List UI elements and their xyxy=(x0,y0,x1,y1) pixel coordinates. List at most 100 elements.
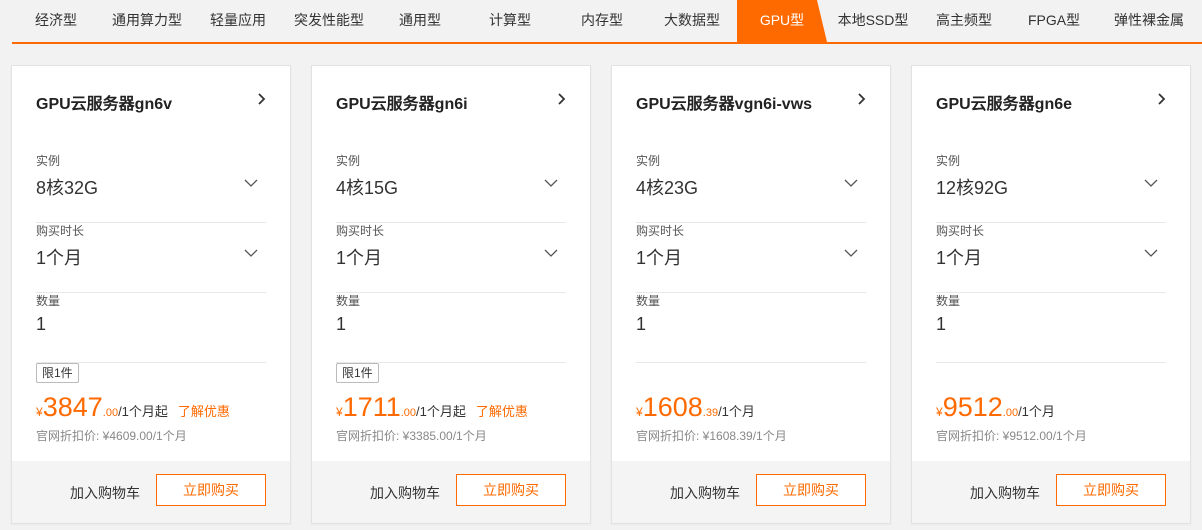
promo-link[interactable]: 了解优惠 xyxy=(476,404,528,419)
tab-lightweight[interactable]: 轻量应用 xyxy=(200,0,276,42)
chevron-right-icon[interactable] xyxy=(1154,92,1168,106)
tab-fpga[interactable]: FPGA型 xyxy=(1020,0,1088,42)
card-title[interactable]: GPU云服务器vgn6i-vws xyxy=(636,90,812,114)
chevron-down-icon[interactable] xyxy=(244,248,258,258)
tab-burstable[interactable]: 突发性能型 xyxy=(286,0,372,42)
duration-select[interactable]: 购买时长 1个月 xyxy=(936,222,1166,293)
chevron-right-icon[interactable] xyxy=(854,92,868,106)
duration-value: 1个月 xyxy=(636,248,683,268)
duration-label: 购买时长 xyxy=(636,224,685,238)
price: ¥9512.00/1个月 xyxy=(936,392,1055,422)
duration-value: 1个月 xyxy=(336,248,383,268)
duration-label: 购买时长 xyxy=(336,224,385,238)
chevron-down-icon[interactable] xyxy=(544,248,558,258)
buy-now-button[interactable]: 立即购买 xyxy=(756,474,866,506)
product-card: GPU云服务器gn6v 实例 8核32G 购买时长 1个月 数量 1 限1件 ¥… xyxy=(11,65,291,524)
limit-badge: 限1件 xyxy=(36,363,79,383)
price: ¥1608.39/1个月 xyxy=(636,392,755,422)
quantity-field[interactable]: 数量 1 xyxy=(936,292,1166,363)
instance-label: 实例 xyxy=(36,154,61,168)
tab-bare-metal[interactable]: 弹性裸金属 xyxy=(1104,0,1194,42)
add-to-cart-link[interactable]: 加入购物车 xyxy=(970,483,1040,503)
product-card: GPU云服务器gn6e 实例 12核92G 购买时长 1个月 数量 1 ¥951… xyxy=(911,65,1191,524)
buy-now-button[interactable]: 立即购买 xyxy=(1056,474,1166,506)
duration-select[interactable]: 购买时长 1个月 xyxy=(336,222,566,293)
duration-select[interactable]: 购买时长 1个月 xyxy=(36,222,266,293)
price-decimal: .00 xyxy=(400,407,417,419)
chevron-down-icon[interactable] xyxy=(1144,248,1158,258)
chevron-right-icon[interactable] xyxy=(554,92,568,106)
quantity-value[interactable]: 1 xyxy=(36,314,46,335)
instance-select[interactable]: 实例 4核23G xyxy=(636,152,866,223)
price-unit: /1个月 xyxy=(718,404,755,419)
instance-label: 实例 xyxy=(936,154,961,168)
add-to-cart-link[interactable]: 加入购物车 xyxy=(670,483,740,503)
quantity-value[interactable]: 1 xyxy=(336,314,346,335)
original-price: 官网折扣价: ¥4609.00/1个月 xyxy=(36,429,187,443)
tab-general-compute[interactable]: 通用算力型 xyxy=(104,0,190,42)
chevron-down-icon[interactable] xyxy=(244,178,258,188)
tab-economy[interactable]: 经济型 xyxy=(24,0,88,42)
instance-value: 12核92G xyxy=(936,178,1009,198)
chevron-right-icon[interactable] xyxy=(254,92,268,106)
quantity-label: 数量 xyxy=(636,294,661,308)
price-integer: 1711 xyxy=(342,392,401,422)
product-card: GPU云服务器gn6i 实例 4核15G 购买时长 1个月 数量 1 限1件 ¥… xyxy=(311,65,591,524)
quantity-value[interactable]: 1 xyxy=(936,314,946,335)
price-decimal: .00 xyxy=(1002,407,1019,419)
currency-symbol: ¥ xyxy=(636,405,643,419)
tab-memory[interactable]: 内存型 xyxy=(570,0,634,42)
quantity-field[interactable]: 数量 1 xyxy=(636,292,866,363)
currency-symbol: ¥ xyxy=(336,405,343,419)
tab-general[interactable]: 通用型 xyxy=(388,0,452,42)
card-title[interactable]: GPU云服务器gn6i xyxy=(336,90,468,114)
original-price: 官网折扣价: ¥9512.00/1个月 xyxy=(936,429,1087,443)
currency-symbol: ¥ xyxy=(936,405,943,419)
buy-now-button[interactable]: 立即购买 xyxy=(456,474,566,506)
quantity-value[interactable]: 1 xyxy=(636,314,646,335)
tabs-underline xyxy=(12,42,1202,44)
card-title[interactable]: GPU云服务器gn6e xyxy=(936,90,1072,114)
duration-label: 购买时长 xyxy=(936,224,985,238)
instance-label: 实例 xyxy=(636,154,661,168)
price-decimal: .39 xyxy=(702,407,719,419)
card-title[interactable]: GPU云服务器gn6v xyxy=(36,90,172,114)
chevron-down-icon[interactable] xyxy=(1144,178,1158,188)
chevron-down-icon[interactable] xyxy=(844,178,858,188)
original-price: 官网折扣价: ¥3385.00/1个月 xyxy=(336,429,487,443)
currency-symbol: ¥ xyxy=(36,405,43,419)
instance-value: 8核32G xyxy=(36,178,99,198)
instance-label: 实例 xyxy=(336,154,361,168)
quantity-label: 数量 xyxy=(36,294,61,308)
instance-value: 4核15G xyxy=(336,178,399,198)
product-category-tabs: 经济型 通用算力型 轻量应用 突发性能型 通用型 计算型 内存型 大数据型 GP… xyxy=(0,0,1202,42)
price-integer: 3847 xyxy=(42,392,103,422)
tab-high-frequency[interactable]: 高主频型 xyxy=(926,0,1002,42)
duration-select[interactable]: 购买时长 1个月 xyxy=(636,222,866,293)
duration-label: 购买时长 xyxy=(36,224,85,238)
tab-gpu[interactable]: GPU型 xyxy=(737,0,827,42)
instance-select[interactable]: 实例 8核32G xyxy=(36,152,266,223)
promo-link[interactable]: 了解优惠 xyxy=(178,404,230,419)
tab-local-ssd[interactable]: 本地SSD型 xyxy=(832,0,914,42)
instance-value: 4核23G xyxy=(636,178,699,198)
limit-badge: 限1件 xyxy=(336,363,379,383)
price-integer: 9512 xyxy=(942,392,1003,422)
tab-compute[interactable]: 计算型 xyxy=(478,0,542,42)
quantity-label: 数量 xyxy=(936,294,961,308)
quantity-field[interactable]: 数量 1 xyxy=(36,292,266,363)
chevron-down-icon[interactable] xyxy=(544,178,558,188)
instance-select[interactable]: 实例 4核15G xyxy=(336,152,566,223)
original-price: 官网折扣价: ¥1608.39/1个月 xyxy=(636,429,787,443)
duration-value: 1个月 xyxy=(36,248,83,268)
add-to-cart-link[interactable]: 加入购物车 xyxy=(70,483,140,503)
quantity-field[interactable]: 数量 1 xyxy=(336,292,566,363)
chevron-down-icon[interactable] xyxy=(844,248,858,258)
tab-big-data[interactable]: 大数据型 xyxy=(654,0,730,42)
buy-now-button[interactable]: 立即购买 xyxy=(156,474,266,506)
instance-select[interactable]: 实例 12核92G xyxy=(936,152,1166,223)
card-footer: 加入购物车 立即购买 xyxy=(612,461,890,523)
price-integer: 1608 xyxy=(642,392,703,422)
add-to-cart-link[interactable]: 加入购物车 xyxy=(370,483,440,503)
price-unit: /1个月起 xyxy=(416,404,466,419)
